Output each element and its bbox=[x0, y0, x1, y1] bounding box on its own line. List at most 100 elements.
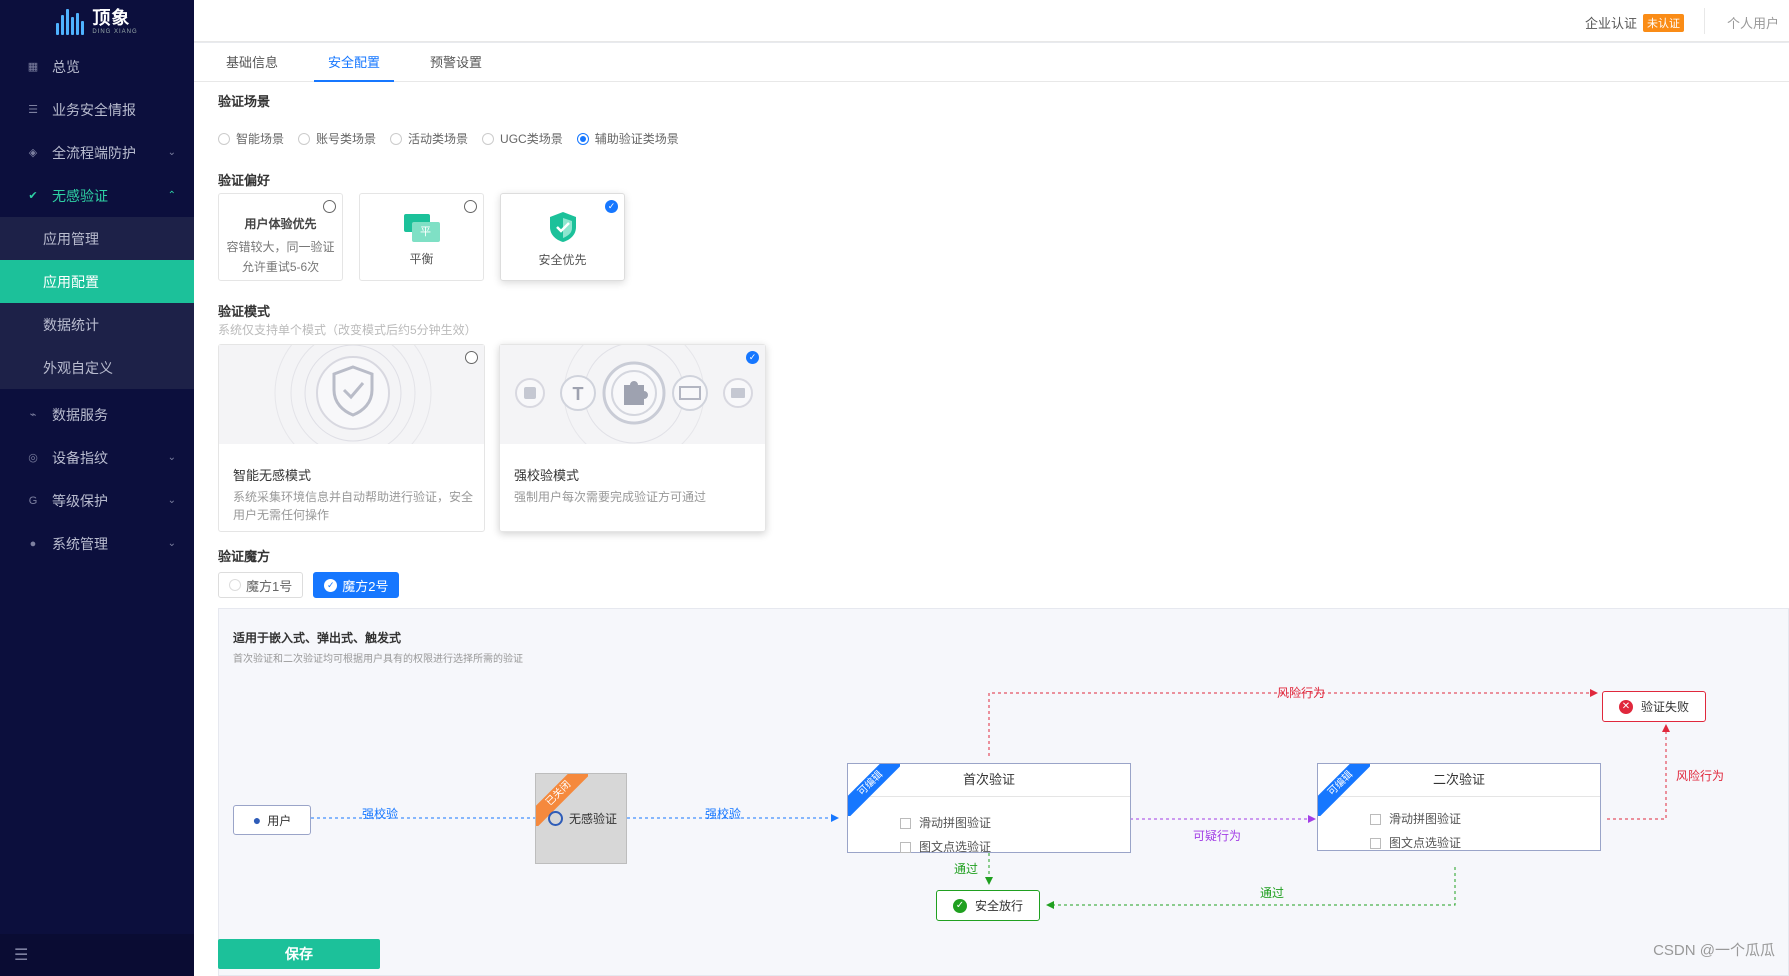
sidebar: 顶象 DING XIANG ▦ 总览 ☰ 业务安全情报 ◈ 全流程端防护 ⌄ ✔… bbox=[0, 0, 194, 976]
enterprise-cert[interactable]: 企业认证 未认证 bbox=[1585, 13, 1684, 32]
nav-intel[interactable]: ☰ 业务安全情报 bbox=[0, 88, 194, 131]
shield-check-icon bbox=[549, 212, 576, 242]
check-circle-icon: ✓ bbox=[952, 898, 967, 913]
nav-label: 无感验证 bbox=[52, 187, 108, 204]
mode-card-smart[interactable]: 智能无感模式 系统采集环境信息并自动帮助进行验证，安全用户无需任何操作 bbox=[218, 344, 485, 532]
checkbox[interactable] bbox=[900, 818, 911, 830]
mode-title: 验证模式 bbox=[218, 304, 271, 319]
shield-icon: ◈ bbox=[28, 147, 38, 159]
save-button[interactable]: 保存 bbox=[218, 939, 380, 969]
watermark: CSDN @一个瓜瓜 bbox=[1653, 942, 1775, 959]
mode-name: 智能无感模式 bbox=[233, 468, 312, 483]
main-content: 基础信息 安全配置 预警设置 验证场景 智能场景 账号类场景 活动类场景 UGC… bbox=[194, 43, 1789, 976]
item-label: 图文点选验证 bbox=[1389, 836, 1462, 850]
brand-name: 顶象 bbox=[92, 8, 131, 28]
checkbox[interactable] bbox=[1370, 838, 1381, 850]
nav-label: 系统管理 bbox=[52, 535, 108, 552]
item-label: 滑动拼图验证 bbox=[1389, 812, 1462, 826]
mode-art bbox=[219, 345, 484, 444]
flow-fail-node: ✕ 验证失败 bbox=[1602, 691, 1706, 722]
collapse-menu-button[interactable]: ☰ bbox=[0, 934, 194, 976]
grid-icon: ▦ bbox=[27, 61, 39, 73]
option-label: 智能场景 bbox=[236, 132, 285, 146]
cert-label: 企业认证 bbox=[1584, 16, 1637, 31]
user-icon: ● bbox=[252, 812, 262, 828]
pref-title: 安全优先 bbox=[538, 253, 587, 267]
nav-appearance[interactable]: 外观自定义 bbox=[0, 346, 194, 389]
nav-label: 外观自定义 bbox=[43, 359, 113, 376]
magic-option-2[interactable]: ✓ 魔方2号 bbox=[313, 572, 400, 598]
checkbox[interactable] bbox=[1370, 814, 1381, 826]
edge-label: 通过 bbox=[954, 862, 979, 876]
list-icon: ☰ bbox=[28, 104, 38, 116]
flow-second-verify-node: 可编辑 二次验证 滑动拼图验证 图文点选验证 bbox=[1317, 763, 1601, 851]
editable-ribbon: 可编辑 bbox=[848, 764, 900, 816]
radio-icon bbox=[464, 200, 477, 213]
pref-card-balance[interactable]: 平 平衡 bbox=[359, 193, 484, 281]
balance-icon-text: 平 bbox=[411, 222, 440, 242]
nav-system[interactable]: ● 系统管理 ⌄ bbox=[0, 522, 194, 565]
user-menu[interactable]: 个人用户 bbox=[1727, 13, 1779, 32]
option-label: 活动类场景 bbox=[408, 132, 469, 146]
nav-overview[interactable]: ▦ 总览 bbox=[0, 45, 194, 88]
item-label: 图文点选验证 bbox=[919, 840, 992, 854]
edge-label: 风险行为 bbox=[1277, 686, 1326, 700]
chevron-down-icon: ⌄ bbox=[167, 452, 176, 463]
scene-radio-group: 智能场景 账号类场景 活动类场景 UGC类场景 辅助验证类场景 bbox=[218, 130, 679, 147]
nav-noninductive[interactable]: ✔ 无感验证 ⌃ bbox=[0, 174, 194, 217]
tab-security[interactable]: 安全配置 bbox=[314, 43, 395, 82]
node-label: 验证失败 bbox=[1640, 700, 1689, 714]
nav-protection[interactable]: ◈ 全流程端防护 ⌄ bbox=[0, 131, 194, 174]
scene-option[interactable]: UGC类场景 bbox=[482, 130, 563, 147]
flow-first-verify-node: 可编辑 首次验证 滑动拼图验证 图文点选验证 bbox=[847, 763, 1131, 854]
tab-basic[interactable]: 基础信息 bbox=[212, 43, 292, 81]
pref-card-ux[interactable]: 用户体验优先 容错较大，同一验证 允许重试5-6次 bbox=[218, 193, 343, 281]
pref-title: 平衡 bbox=[409, 252, 434, 266]
g-icon: G bbox=[28, 494, 38, 507]
nav-label: 数据统计 bbox=[43, 316, 99, 333]
fingerprint-icon: ◎ bbox=[28, 452, 38, 464]
option-label: 魔方2号 bbox=[342, 578, 389, 594]
nav-app-manage[interactable]: 应用管理 bbox=[0, 217, 194, 260]
cert-badge: 未认证 bbox=[1643, 13, 1684, 32]
nav-level-protect[interactable]: G 等级保护 ⌄ bbox=[0, 479, 194, 522]
scene-option[interactable]: 活动类场景 bbox=[390, 130, 468, 147]
edge-label: 强校验 bbox=[362, 807, 399, 821]
logo[interactable]: 顶象 DING XIANG bbox=[0, 0, 194, 44]
scene-option[interactable]: 智能场景 bbox=[218, 130, 284, 147]
mode-desc: 强制用户每次需要完成验证方可通过 bbox=[514, 490, 707, 504]
nav-app-config[interactable]: 应用配置 bbox=[0, 260, 194, 303]
editable-ribbon: 可编辑 bbox=[1318, 764, 1370, 816]
check-icon: ✓ bbox=[324, 578, 338, 592]
scene-option[interactable]: 账号类场景 bbox=[298, 130, 376, 147]
scene-option[interactable]: 辅助验证类场景 bbox=[576, 130, 679, 147]
edge-label: 通过 bbox=[1260, 886, 1285, 900]
check-icon: ✓ bbox=[746, 351, 759, 364]
nav-stats[interactable]: 数据统计 bbox=[0, 303, 194, 346]
pref-card-security[interactable]: ✓ 安全优先 bbox=[500, 193, 625, 281]
edge-label: 风险行为 bbox=[1676, 769, 1725, 783]
check-icon: ✓ bbox=[605, 200, 618, 213]
nav-label: 应用配置 bbox=[43, 273, 99, 290]
mode-name: 强校验模式 bbox=[514, 468, 580, 483]
crosshair-icon bbox=[548, 811, 563, 826]
pref-title: 用户体验优先 bbox=[244, 217, 317, 231]
option-label: UGC类场景 bbox=[500, 132, 563, 146]
pref-desc: 容错较大，同一验证 bbox=[226, 240, 335, 254]
mode-card-strong[interactable]: T ✓ 强校验模式 强制用户每次需要完成验证方可通过 bbox=[499, 344, 766, 532]
nav-fingerprint[interactable]: ◎ 设备指纹 ⌄ bbox=[0, 436, 194, 479]
nav-label: 应用管理 bbox=[43, 230, 99, 247]
flow-diagram: 适用于嵌入式、弹出式、触发式 首次验证和二次验证均可根据用户具有的权限进行选择所… bbox=[218, 608, 1789, 976]
preference-title: 验证偏好 bbox=[218, 173, 271, 188]
node-label: 安全放行 bbox=[974, 899, 1023, 913]
nav-label: 等级保护 bbox=[52, 492, 108, 509]
option-label: 账号类场景 bbox=[316, 132, 377, 146]
nav-data-service[interactable]: ⌁ 数据服务 bbox=[0, 393, 194, 436]
item-label: 滑动拼图验证 bbox=[919, 816, 992, 830]
chevron-up-icon: ⌃ bbox=[167, 190, 176, 201]
checkbox[interactable] bbox=[900, 842, 911, 854]
option-label: 魔方1号 bbox=[246, 578, 293, 594]
tab-alert[interactable]: 预警设置 bbox=[416, 43, 496, 81]
scene-title: 验证场景 bbox=[218, 94, 271, 109]
magic-option-1[interactable]: 魔方1号 bbox=[218, 572, 304, 598]
